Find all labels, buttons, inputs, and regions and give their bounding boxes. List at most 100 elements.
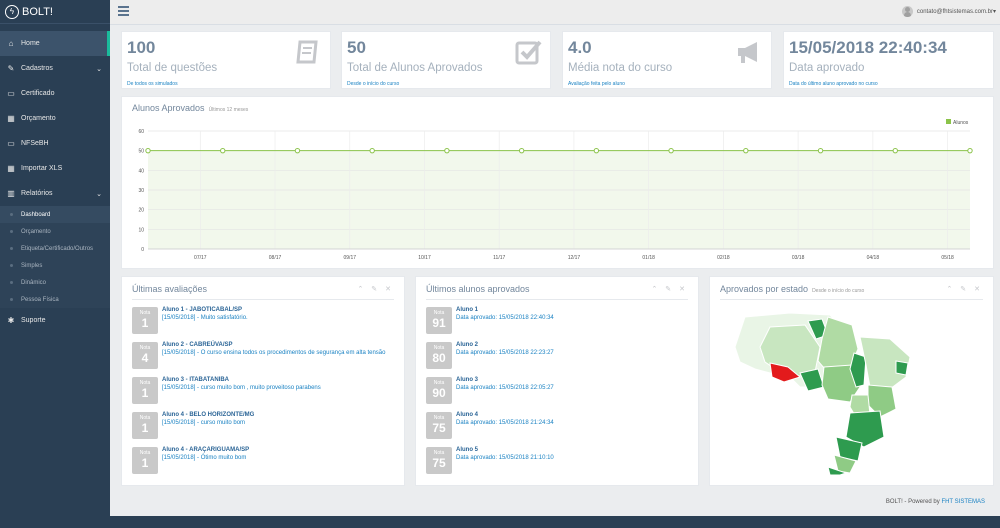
list-item-title[interactable]: Aluno 4 - BELO HORIZONTE/MG [162,412,254,418]
list-item-text: Aluno 1 - JABOTICABAL/SP [15/05/2018] - M… [162,307,248,334]
x-tick-label: 03/18 [792,255,805,261]
score-value: 91 [432,316,446,330]
score-badge: Nota 1 [132,412,158,439]
stat-sub: Avaliação feita pelo aluno [568,81,625,87]
list-item-desc: [15/05/2018] - Muito satisfatório. [162,315,248,321]
stat-label: Data aprovado [789,62,865,74]
footer-link[interactable]: FHT SISTEMAS [941,499,985,505]
panel-controls[interactable]: ⌃ ✎ ✕ [652,285,689,293]
sidebar-item-cadastros[interactable]: ✎ Cadastros ⌄ [0,56,110,81]
list-item[interactable]: Nota 75 Aluno 5 Data aprovado: 15/05/2018 2… [426,447,554,474]
list-item[interactable]: Nota 4 Aluno 2 - CABREÚVA/SP [15/05/2018] -… [132,342,385,369]
menu-toggle-icon[interactable] [118,6,129,17]
panel-controls[interactable]: ⌃ ✎ ✕ [358,285,395,293]
list-item-text: Aluno 1 Data aprovado: 15/05/2018 22:40:3… [456,307,554,334]
sidebar-item-importar-xls[interactable]: ▦ Importar XLS [0,156,110,181]
stat-value: 15/05/2018 22:40:34 [789,38,947,57]
sidebar-item-label: NFSeBH [21,140,49,147]
evaluations-title: Últimas avaliações [132,284,208,294]
chevron-down-icon: ⌄ [96,65,102,73]
chart-panel: Alunos Aprovados Últimos 12 meses 0 10 20 30… [121,96,994,269]
list-item-text: Aluno 5 Data aprovado: 15/05/2018 21:10:1… [456,447,554,474]
submenu-item-etiqueta-certificado-outros[interactable]: Etiqueta/Certificado/Outros [0,240,110,257]
data-point [892,147,898,154]
stat-card-3: 4.0 Média nota do curso Avaliação feita pe… [562,31,772,89]
x-tick-label: 08/17 [269,255,282,261]
score-label: Nota [139,450,151,456]
list-item-title[interactable]: Aluno 1 - JABOTICABAL/SP [162,307,248,313]
sidebar-item-label: Suporte [21,317,46,324]
list-item-desc: [15/05/2018] - curso muito bom , muito p… [162,385,321,391]
score-value: 75 [432,456,446,470]
submenu-item-dashboard[interactable]: Dashboard [0,206,110,223]
list-item[interactable]: Nota 90 Aluno 3 Data aprovado: 15/05/2018 2… [426,377,554,404]
y-tick-label: 60 [138,129,144,135]
list-item-title[interactable]: Aluno 3 - ITABATANIBA [162,377,321,383]
list-item-title[interactable]: Aluno 3 [456,377,554,383]
data-point [518,147,525,154]
calculator-icon: ▦ [7,114,15,123]
sidebar-item-orcamento[interactable]: ▦ Orçamento [0,106,110,131]
footer: BOLT! - Powered by FHT SISTEMAS [885,499,985,505]
list-item-title[interactable]: Aluno 4 [456,412,554,418]
sidebar-item-home[interactable]: ⌂ Home [0,31,110,56]
score-label: Nota [433,415,445,421]
score-badge: Nota 90 [426,377,452,404]
y-tick-label: 30 [138,188,144,194]
stat-sub: Data do último aluno aprovado no curso [789,81,878,87]
submenu-item-orcamento[interactable]: Orçamento [0,223,110,240]
score-value: 1 [141,316,149,330]
score-badge: Nota 1 [132,447,158,474]
y-tick-label: 0 [141,247,144,253]
list-item[interactable]: Nota 1 Aluno 3 - ITABATANIBA [15/05/2018] -… [132,377,321,404]
legend-label: Alunos [953,120,969,126]
data-point [743,147,749,154]
stat-card-4: 15/05/2018 22:40:34 Data aprovado Data do … [783,31,994,89]
list-item[interactable]: Nota 91 Aluno 1 Data aprovado: 15/05/2018 2… [426,307,554,334]
approved-title: Últimos alunos aprovados [426,284,530,294]
brand[interactable]: ϟ BOLT! [0,0,110,24]
score-value: 1 [141,456,149,470]
score-badge: Nota 75 [426,447,452,474]
stat-label: Média nota do curso [568,62,673,74]
caret-down-icon: ▾ [992,9,996,15]
submenu-item-simples[interactable]: Simples [0,257,110,274]
list-item[interactable]: Nota 1 Aluno 4 - ARAÇARIGUAMA/SP [15/05/201… [132,447,249,474]
submenu-item-pessoa-fisica[interactable]: Pessoa Física [0,291,110,308]
list-item-desc: Data aprovado: 15/05/2018 22:23:27 [456,350,554,356]
user-menu[interactable]: contato@fhtsistemas.com.br ▾ [901,6,996,17]
sidebar-item-suporte[interactable]: ✱ Suporte [0,308,110,333]
stat-sub: Desde o início do curso [347,81,400,87]
x-tick-label: 09/17 [344,255,357,261]
data-point [145,147,151,154]
list-item-title[interactable]: Aluno 1 [456,307,554,313]
list-item[interactable]: Nota 1 Aluno 1 - JABOTICABAL/SP [15/05/2018… [132,307,248,334]
home-icon: ⌂ [8,39,14,48]
score-label: Nota [433,310,445,316]
list-item[interactable]: Nota 75 Aluno 4 Data aprovado: 15/05/2018 2… [426,412,554,439]
sidebar-item-label: Cadastros [21,65,53,72]
data-point [444,147,450,154]
list-item-title[interactable]: Aluno 2 - CABREÚVA/SP [162,342,385,348]
x-tick-label: 07/17 [194,255,207,261]
x-tick-label: 04/18 [867,255,880,261]
list-item-title[interactable]: Aluno 2 [456,342,554,348]
data-point [294,147,301,154]
data-point [817,147,824,154]
list-item-desc: [15/05/2018] - curso muito bom [162,420,246,426]
stat-value: 100 [127,38,156,57]
data-point [668,147,674,154]
submenu-item-dinamico[interactable]: Dinâmico [0,274,110,291]
sidebar-item-label: Importar XLS [21,165,63,172]
sidebar-item-nfsebh[interactable]: ▭ NFSeBH [0,131,110,156]
data-point [220,147,226,154]
list-item-text: Aluno 4 Data aprovado: 15/05/2018 21:24:3… [456,412,554,439]
list-item-title[interactable]: Aluno 5 [456,447,554,453]
sidebar-item-relatorios[interactable]: ▥ Relatórios ⌄ [0,181,110,206]
y-tick-label: 20 [138,208,144,214]
sidebar-item-certificado[interactable]: ▭ Certificado [0,81,110,106]
y-tick-label: 40 [138,168,144,174]
list-item[interactable]: Nota 1 Aluno 4 - BELO HORIZONTE/MG [15/05/2… [132,412,254,439]
list-item[interactable]: Nota 80 Aluno 2 Data aprovado: 15/05/2018 2… [426,342,554,369]
list-item-title[interactable]: Aluno 4 - ARAÇARIGUAMA/SP [162,447,249,453]
